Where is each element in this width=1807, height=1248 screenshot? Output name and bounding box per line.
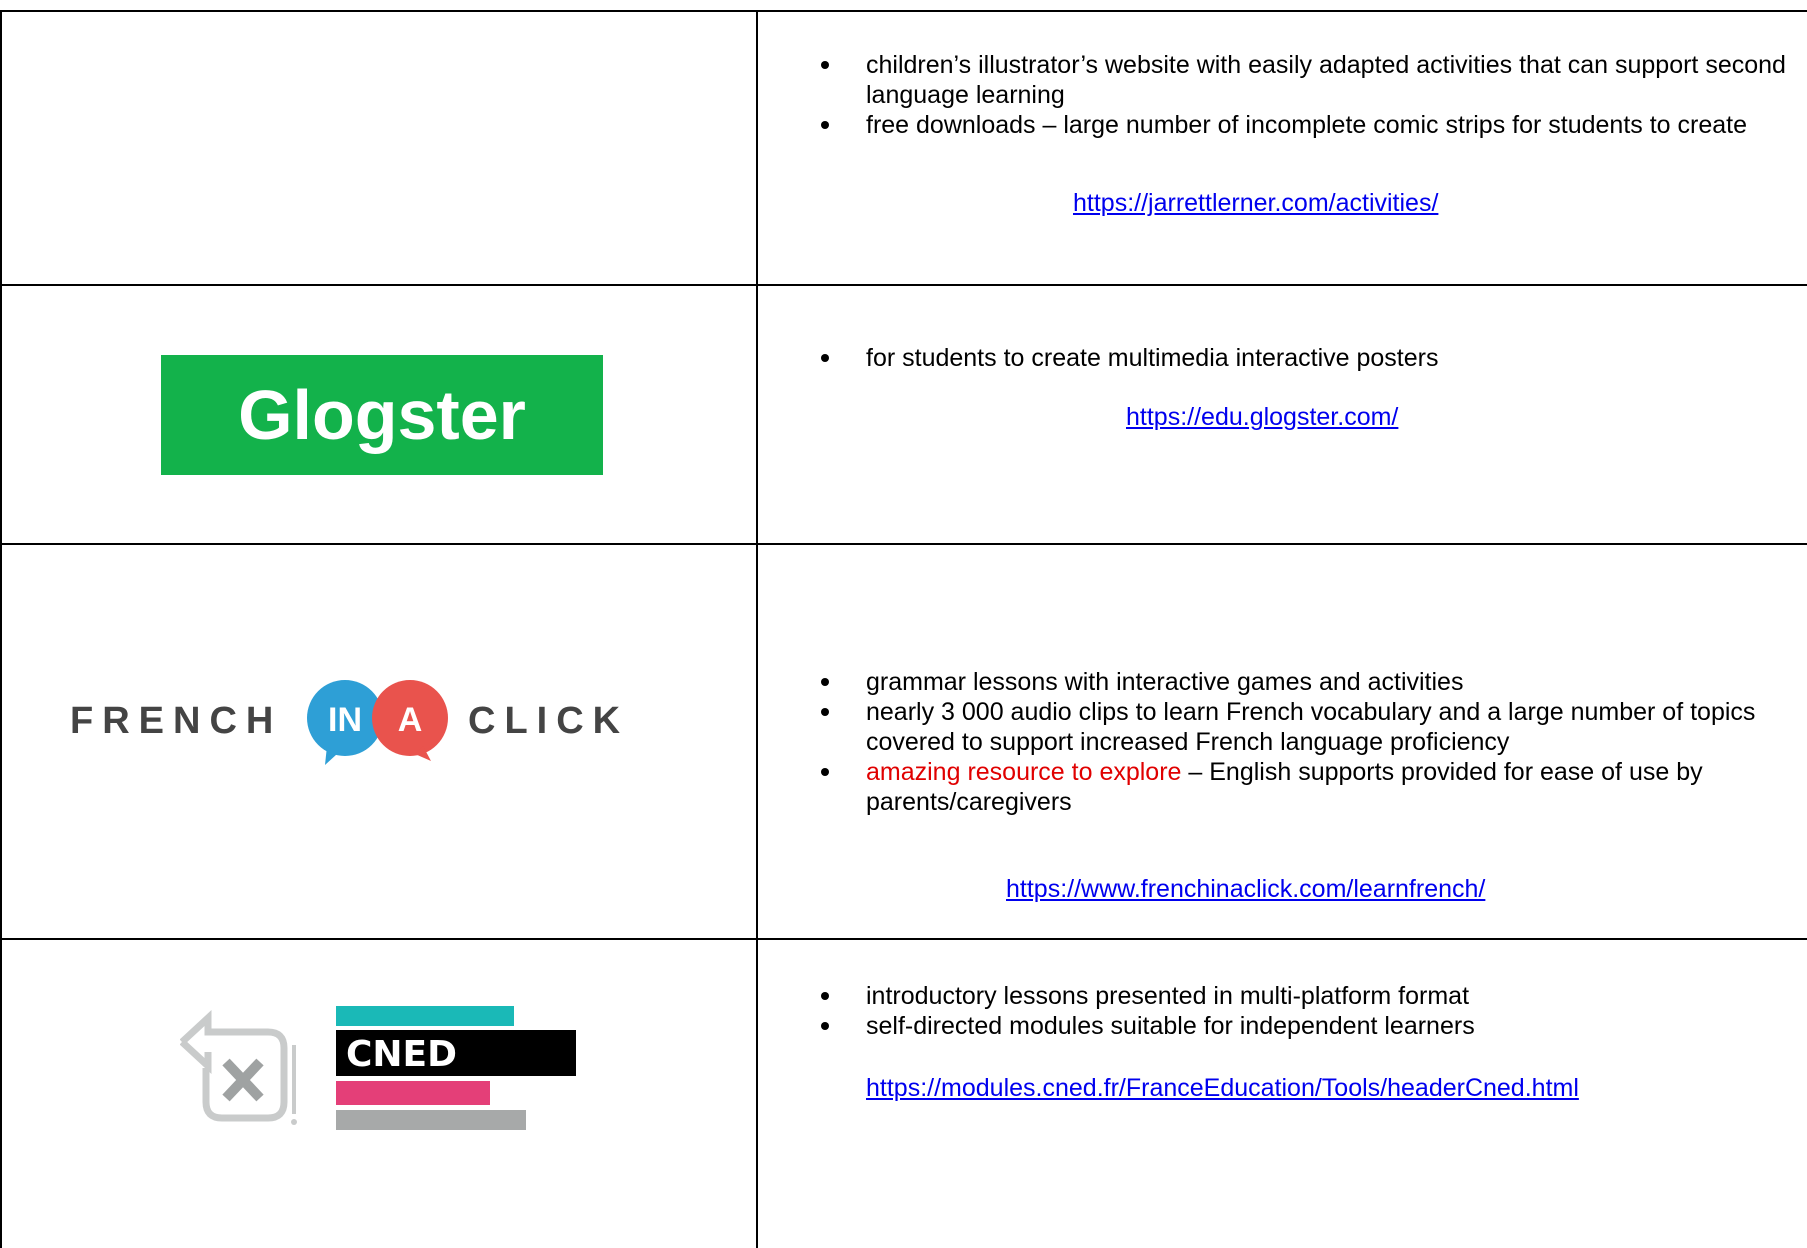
description-cell: children’s illustrator’s website with ea…	[758, 12, 1807, 284]
logo-text-french: FRENCH	[70, 700, 283, 742]
bubble-a-text: A	[398, 701, 423, 739]
list-item: self-directed modules suitable for indep…	[758, 1011, 1798, 1041]
list-item: nearly 3 000 audio clips to learn French…	[758, 697, 1798, 757]
jarrettlerner-link[interactable]: https://jarrettlerner.com/activities/	[1073, 189, 1438, 217]
glogster-link[interactable]: https://edu.glogster.com/	[1126, 403, 1398, 431]
bubble-in-text: IN	[328, 701, 362, 739]
speech-bubbles-icon: IN A	[307, 680, 448, 765]
description-cell: introductory lessons presented in multi-…	[758, 940, 1807, 1248]
list-item: children’s illustrator’s website with ea…	[758, 50, 1798, 110]
list-item: free downloads – large number of incompl…	[758, 110, 1798, 140]
bullet-list: grammar lessons with interactive games a…	[758, 667, 1798, 817]
table-row: children’s illustrator’s website with ea…	[0, 12, 1807, 284]
bullet-list: children’s illustrator’s website with ea…	[758, 50, 1798, 140]
bullet-list: for students to create multimedia intera…	[758, 343, 1798, 373]
glogster-logo: Glogster	[161, 355, 603, 475]
list-item: for students to create multimedia intera…	[758, 343, 1798, 373]
list-item: introductory lessons presented in multi-…	[758, 981, 1798, 1011]
logo-text-click: CLICK	[468, 700, 630, 742]
cned-logo-text: CNED	[346, 1034, 457, 1075]
description-cell: grammar lessons with interactive games a…	[758, 545, 1807, 938]
french-in-a-click-logo: FRENCH IN A CLICK	[70, 676, 710, 766]
frenchinaclick-link[interactable]: https://www.frenchinaclick.com/learnfren…	[1006, 875, 1485, 903]
cned-link[interactable]: https://modules.cned.fr/FranceEducation/…	[866, 1074, 1579, 1102]
list-item: amazing resource to explore – English su…	[758, 757, 1798, 817]
logo-cell-empty	[0, 12, 756, 284]
cned-return-arrow-icon: CNED	[179, 1006, 576, 1130]
bullet-list: introductory lessons presented in multi-…	[758, 981, 1798, 1041]
list-item: grammar lessons with interactive games a…	[758, 667, 1798, 697]
highlight-text: amazing resource to explore	[866, 758, 1182, 786]
cned-logo: CNED	[179, 990, 580, 1140]
description-cell: for students to create multimedia intera…	[758, 286, 1807, 543]
